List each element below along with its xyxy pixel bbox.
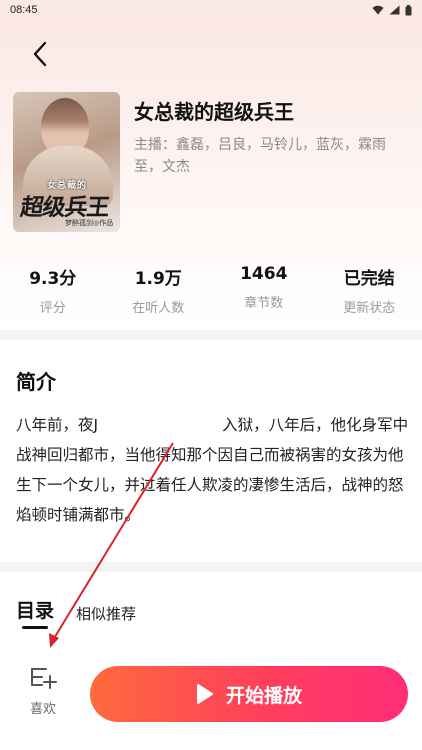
cover-author: 梦醉孤剑◎作品 <box>65 219 114 227</box>
status-time: 08:45 <box>10 4 38 16</box>
intro-section: 简介 八年前，夜J 入狱，八年后，他化身军中战神回归都市，当他得知那个因自己而被… <box>0 340 422 562</box>
status-icons <box>372 4 412 16</box>
book-stats: 9.3分 评分 1.9万 在听人数 1464 章节数 已完结 更新状态 <box>0 264 422 316</box>
stat-label: 章节数 <box>244 296 284 311</box>
cover-title: 超级兵王 <box>18 195 111 221</box>
book-title: 女总裁的超级兵王 <box>134 100 294 124</box>
intro-title: 简介 <box>16 370 56 394</box>
stat-value: 已完结 <box>343 269 395 289</box>
tab-catalog[interactable]: 目录 <box>16 596 54 623</box>
stat-listeners: 1.9万 在听人数 <box>106 264 212 316</box>
signal-icon <box>389 5 400 15</box>
start-play-button[interactable]: 开始播放 <box>90 666 408 722</box>
chevron-left-icon <box>33 41 47 67</box>
play-icon <box>196 684 213 704</box>
stat-label: 评分 <box>39 301 66 316</box>
like-label: 喜欢 <box>29 702 56 717</box>
stat-rating: 9.3分 评分 <box>0 264 106 316</box>
status-bar: 08:45 <box>0 0 422 20</box>
stat-value: 1464 <box>240 264 288 284</box>
narrator-list: 主播：鑫磊，吕良，马铃儿，蓝灰，霖雨至，文杰 <box>134 137 386 175</box>
book-header: 女总裁的 超级兵王 梦醉孤剑◎作品 女总裁的超级兵王 主播：鑫磊，吕良，马铃儿，… <box>0 20 422 330</box>
wifi-icon <box>372 5 384 15</box>
play-label: 开始播放 <box>225 684 302 707</box>
tab-similar[interactable]: 相似推荐 <box>76 603 136 624</box>
stat-label: 更新状态 <box>343 301 396 316</box>
like-button[interactable]: 喜欢 <box>16 666 70 730</box>
stat-value: 1.9万 <box>134 269 182 289</box>
stat-status: 已完结 更新状态 <box>317 264 422 316</box>
stat-chapters: 1464 章节数 <box>211 264 317 316</box>
intro-text[interactable]: 八年前，夜J 入狱，八年后，他化身军中战神回归都市，当他得知那个因自己而被祸害的… <box>16 410 410 530</box>
add-to-favorites-icon <box>31 668 57 689</box>
battery-icon <box>405 4 412 15</box>
bottom-action-bar: 喜欢 开始播放 <box>0 660 422 750</box>
stat-value: 9.3分 <box>29 269 77 289</box>
book-cover: 女总裁的 超级兵王 梦醉孤剑◎作品 <box>13 92 120 232</box>
tab-active-indicator <box>22 626 48 629</box>
stat-label: 在听人数 <box>132 301 185 316</box>
back-button[interactable] <box>24 38 56 70</box>
